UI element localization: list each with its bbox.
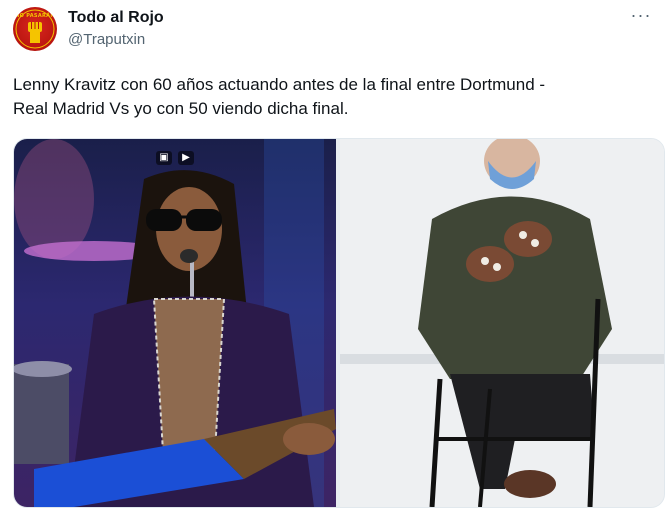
avatar[interactable]: NO PASARÁN: [13, 7, 57, 51]
photo-lenny-kravitz-concert[interactable]: ▣ ▶: [14, 139, 336, 507]
play-icon[interactable]: ▶: [178, 151, 194, 165]
more-options-button[interactable]: ···: [628, 6, 654, 28]
user-handle[interactable]: @Traputxin: [68, 31, 145, 48]
avatar-logo-text: NO PASARÁN: [15, 13, 55, 19]
media-icons: ▣ ▶: [156, 151, 194, 167]
image-icon[interactable]: ▣: [156, 151, 172, 165]
photo-seated-man-mittens[interactable]: [340, 139, 664, 507]
tweet-text: Lenny Kravitz con 60 años actuando antes…: [13, 75, 546, 118]
media-grid: ▣ ▶: [13, 138, 665, 508]
display-name[interactable]: Todo al Rojo: [68, 9, 164, 27]
